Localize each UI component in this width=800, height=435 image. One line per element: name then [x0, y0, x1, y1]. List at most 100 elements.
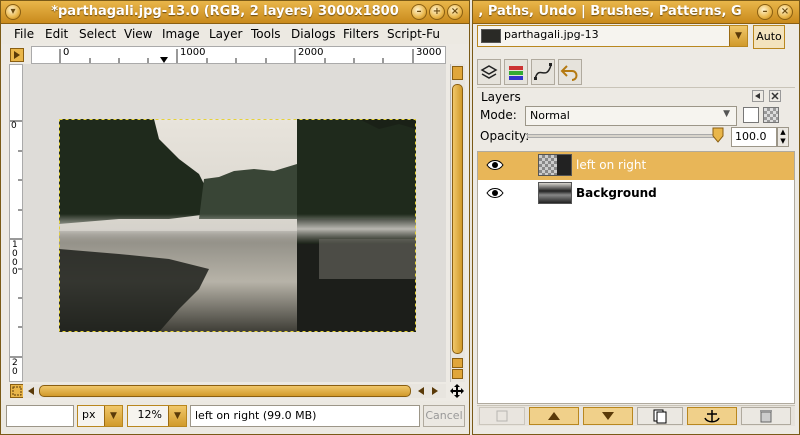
image-canvas[interactable] — [23, 64, 446, 382]
lower-layer-button[interactable] — [583, 407, 633, 425]
menu-view[interactable]: View — [124, 27, 152, 41]
close-button[interactable]: × — [447, 4, 463, 20]
scroll-up-button[interactable] — [452, 66, 463, 80]
chevron-down-icon: ▼ — [723, 109, 730, 119]
menu-layer[interactable]: Layer — [209, 27, 242, 41]
window-menu-button[interactable]: ▾ — [5, 4, 21, 20]
zoom-selector[interactable]: 12% ▼ — [127, 405, 187, 427]
menu-file[interactable]: File — [14, 27, 34, 41]
scroll-up-button-2[interactable] — [452, 358, 463, 368]
dock-window-title: , Paths, Undo | Brushes, Patterns, G — [478, 4, 742, 19]
layer-name[interactable]: left on right — [576, 158, 646, 172]
image-thumbnail-icon — [481, 29, 501, 43]
duplicate-icon — [653, 409, 667, 424]
layer-buttons — [477, 405, 795, 426]
anchor-layer-button[interactable] — [687, 407, 737, 425]
arrow-down-icon — [602, 412, 614, 420]
slider-handle-icon — [712, 127, 724, 143]
vertical-scroll-thumb[interactable] — [452, 84, 463, 354]
image-selector[interactable]: parthagali.jpg-13 ▼ — [477, 25, 748, 47]
layer-row-background[interactable]: Background — [478, 180, 794, 208]
ruler-label-1000: 1000 — [180, 47, 206, 58]
mode-label: Mode: — [480, 108, 517, 122]
menu-select[interactable]: Select — [79, 27, 116, 41]
raise-layer-button[interactable] — [529, 407, 579, 425]
arrow-up-icon — [548, 412, 560, 420]
dock-window-titlebar[interactable]: , Paths, Undo | Brushes, Patterns, G – × — [473, 1, 799, 24]
menu-filters[interactable]: Filters — [343, 27, 379, 41]
ruler-v-label-2000: 20 — [12, 358, 18, 377]
menu-image[interactable]: Image — [162, 27, 200, 41]
layers-icon — [480, 65, 498, 79]
unit-selector[interactable]: px ▼ — [77, 405, 123, 427]
quick-mask-toggle[interactable] — [10, 384, 24, 398]
opacity-spinner[interactable]: ▲ ▼ — [777, 127, 789, 147]
scroll-right-button[interactable] — [429, 385, 441, 397]
menu-dialogs[interactable]: Dialogs — [291, 27, 335, 41]
scroll-down-button[interactable] — [452, 369, 463, 379]
arrow-left-icon — [418, 387, 424, 395]
tab-channels[interactable] — [504, 59, 528, 85]
vertical-scrollbar[interactable] — [450, 64, 465, 382]
scroll-left-button[interactable] — [25, 385, 37, 397]
cancel-button[interactable]: Cancel — [423, 405, 465, 427]
close-icon — [771, 92, 779, 100]
horizontal-scroll-thumb[interactable] — [39, 385, 411, 397]
image-window-titlebar[interactable]: ▾ *parthagali.jpg-13.0 (RGB, 2 layers) 3… — [1, 1, 469, 24]
image-menu-button[interactable] — [10, 48, 24, 62]
opacity-input[interactable]: 100.0 — [731, 127, 777, 147]
undo-icon — [560, 65, 578, 81]
dock-window: , Paths, Undo | Brushes, Patterns, G – ×… — [472, 0, 800, 435]
anchor-icon — [704, 410, 720, 423]
panel-close-button[interactable] — [769, 90, 781, 102]
auto-button[interactable]: Auto — [753, 25, 785, 49]
opacity-slider-handle[interactable] — [711, 127, 725, 143]
layers-panel-title: Layers — [481, 90, 521, 104]
maximize-button[interactable]: + — [429, 4, 445, 20]
ruler-ticks — [59, 49, 414, 63]
tab-layers[interactable] — [477, 59, 501, 85]
duplicate-layer-button[interactable] — [637, 407, 683, 425]
new-layer-button[interactable] — [479, 407, 525, 425]
menu-script-fu[interactable]: Script-Fu — [387, 27, 440, 41]
lock-alpha-icon[interactable] — [763, 107, 779, 123]
menu-edit[interactable]: Edit — [45, 27, 68, 41]
menubar: File Edit Select View Image Layer Tools … — [1, 24, 469, 44]
quick-mask-icon — [12, 386, 22, 396]
layer-list: left on right Background — [477, 151, 795, 404]
delete-layer-button[interactable] — [741, 407, 791, 425]
horizontal-ruler[interactable]: 0 1000 2000 3000 — [31, 46, 446, 64]
mode-value: Normal — [530, 109, 570, 122]
navigate-button[interactable] — [450, 384, 464, 398]
tab-paths[interactable] — [531, 59, 555, 85]
scroll-left-button-2[interactable] — [415, 385, 427, 397]
layer-name[interactable]: Background — [576, 186, 657, 200]
ruler-label-0: 0 — [63, 47, 70, 58]
panel-menu-button[interactable] — [752, 90, 764, 102]
layer-row-left-on-right[interactable]: left on right — [478, 152, 794, 180]
chevron-down-icon: ▼ — [104, 406, 122, 426]
channels-icon — [509, 66, 523, 80]
vertical-ruler[interactable]: 0 1000 20 — [9, 64, 23, 382]
minimize-button[interactable]: – — [411, 4, 427, 20]
horizontal-scrollbar[interactable] — [23, 384, 446, 398]
mode-selector[interactable]: Normal ▼ — [525, 106, 737, 126]
arrow-left-icon — [755, 93, 760, 99]
tab-undo[interactable] — [558, 59, 582, 85]
visibility-eye-icon[interactable] — [486, 158, 504, 172]
image-selector-value: parthagali.jpg-13 — [504, 28, 599, 41]
close-button[interactable]: × — [777, 4, 793, 20]
chevron-down-icon: ▼ — [168, 406, 186, 426]
minimize-button[interactable]: – — [757, 4, 773, 20]
chevron-down-icon: ▼ — [729, 26, 747, 46]
menu-tools[interactable]: Tools — [251, 27, 281, 41]
ruler-v-label-1000: 1000 — [12, 240, 18, 277]
visibility-eye-icon[interactable] — [486, 186, 504, 200]
opacity-slider[interactable] — [527, 134, 720, 138]
preserve-transparency-checkbox[interactable] — [743, 107, 759, 123]
trash-icon — [760, 410, 772, 423]
statusbar: px ▼ 12% ▼ left on right (99.0 MB) Cance… — [1, 401, 469, 434]
status-message: left on right (99.0 MB) — [190, 405, 420, 427]
arrow-right-icon — [432, 387, 438, 395]
paths-icon — [534, 63, 552, 80]
